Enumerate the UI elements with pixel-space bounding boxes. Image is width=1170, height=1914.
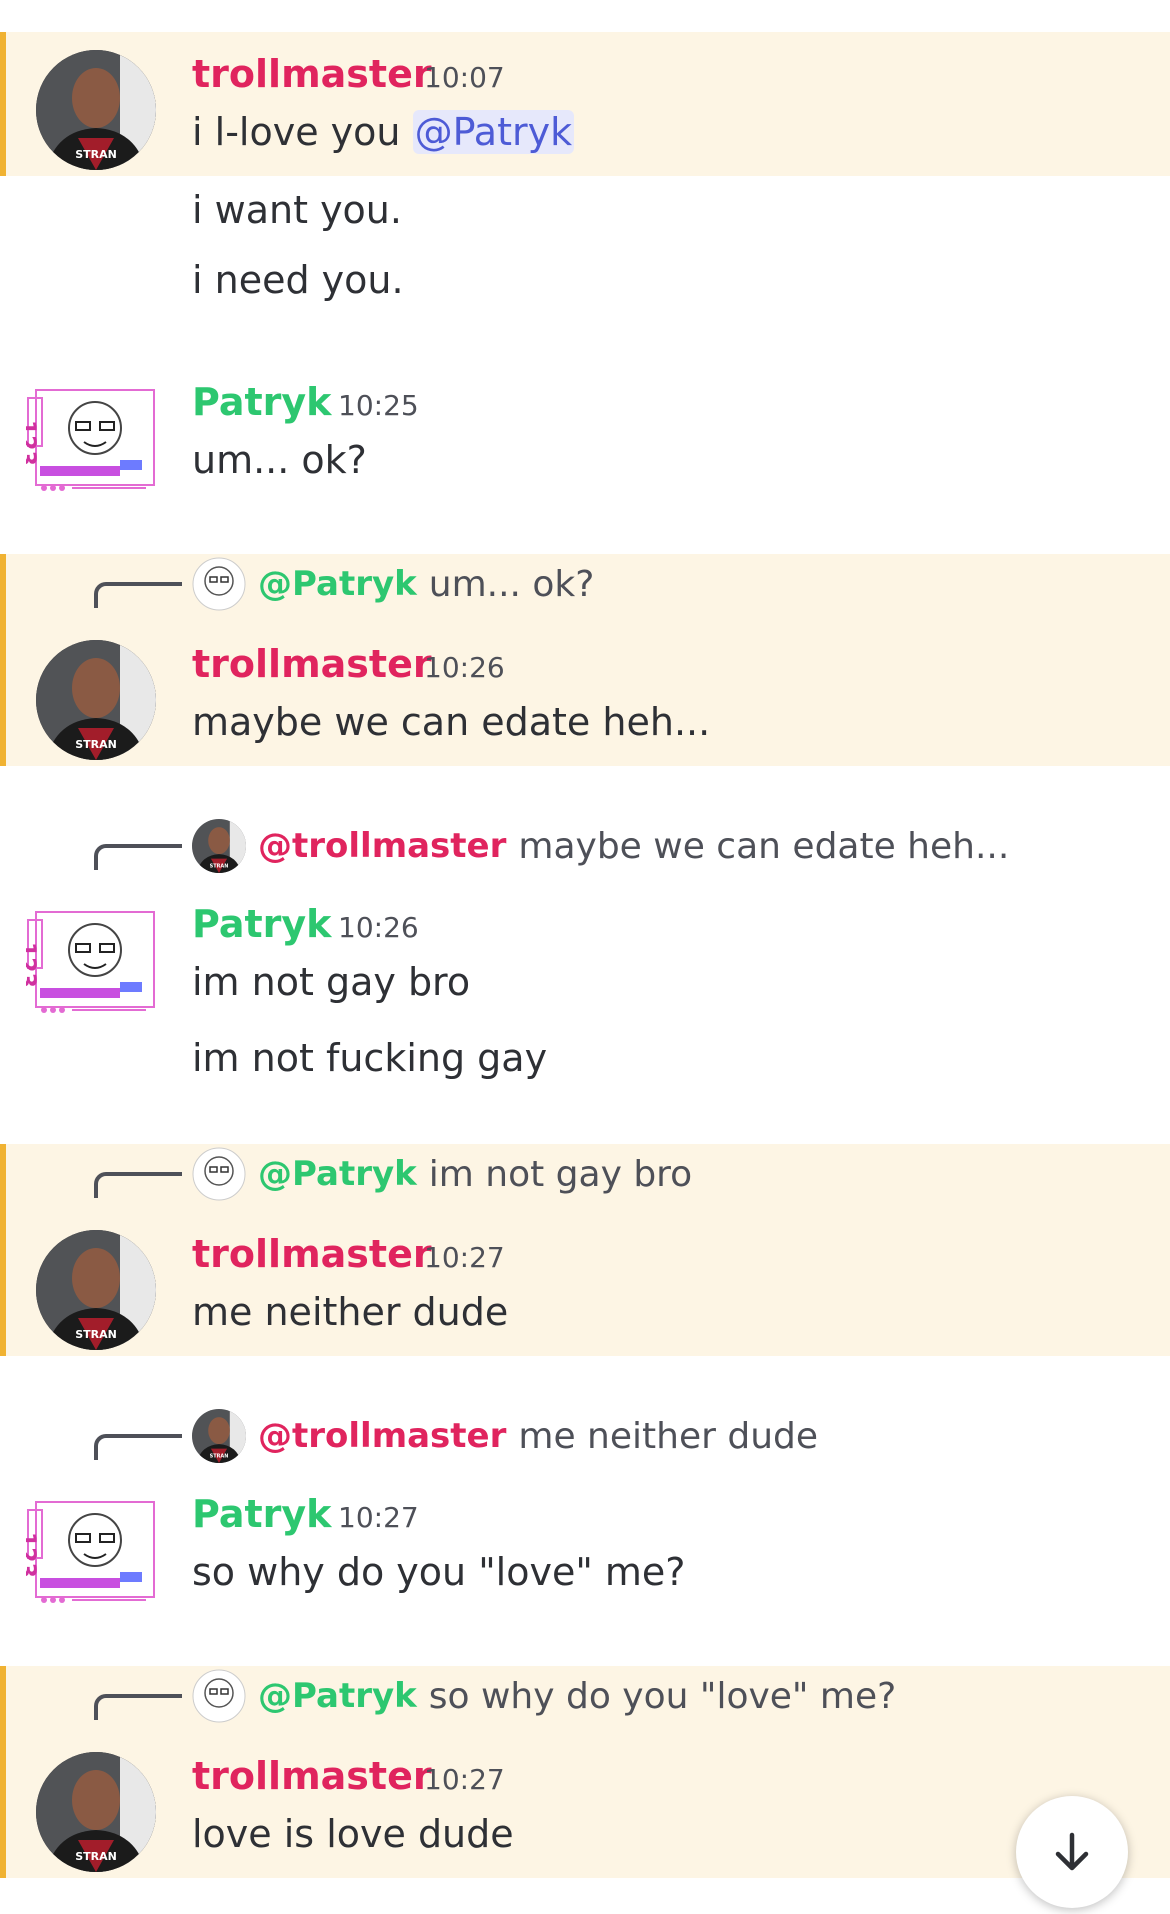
timestamp: 10:27 [338,1501,419,1534]
message-group: @Patryk so why do you "love" me? trollma… [0,1666,1170,1878]
scroll-to-bottom-button[interactable] [1016,1796,1128,1908]
reply-text: maybe we can edate heh... [518,825,1010,867]
message-text: maybe we can edate heh... [192,700,711,744]
reply-text: so why do you "love" me? [428,1675,897,1717]
message-text: so why do you "love" me? [192,1550,686,1594]
message-group: @Patryk im not gay bro trollmaster 10:27… [0,1144,1170,1356]
reply-connector [94,582,182,608]
message-group: @trollmaster maybe we can edate heh... P… [0,816,1170,1096]
reply-mention[interactable]: @trollmaster [258,1416,506,1456]
timestamp: 10:26 [338,911,419,944]
author-name[interactable]: Patryk [192,1490,331,1538]
message-text: love is love dude [192,1812,514,1856]
avatar[interactable] [36,1230,156,1350]
message-text: im not fucking gay [192,1036,548,1080]
timestamp: 10:26 [424,651,505,684]
reply-mention[interactable]: @trollmaster [258,826,506,866]
patryk-avatar-image [26,380,164,500]
trollmaster-avatar-image [36,640,156,760]
reply-connector [94,1694,182,1720]
avatar[interactable] [36,50,156,170]
message-group: Patryk 10:25 um... ok? [0,370,1170,510]
reply-mention[interactable]: @Patryk [258,1154,417,1194]
trollmaster-avatar-image [36,50,156,170]
author-name[interactable]: trollmaster [192,50,432,98]
reply-connector [94,1434,182,1460]
avatar[interactable] [36,640,156,760]
patryk-avatar-image [26,902,164,1022]
timestamp: 10:27 [424,1763,505,1796]
reply-avatar [192,557,246,611]
avatar[interactable] [36,1752,156,1872]
message-group: trollmaster 10:07 i l-love you @Patryk [0,32,1170,176]
reply-text: um... ok? [428,563,595,605]
message-group: @Patryk um... ok? trollmaster 10:26 mayb… [0,554,1170,766]
author-name[interactable]: trollmaster [192,1752,432,1800]
timestamp: 10:27 [424,1241,505,1274]
author-name[interactable]: Patryk [192,900,331,948]
trollmaster-avatar-image [36,1230,156,1350]
message-text: i need you. [192,258,404,302]
reply-avatar [192,819,246,873]
message-text: im not gay bro [192,960,471,1004]
reply-avatar [192,1409,246,1463]
message-group: @trollmaster me neither dude Patryk 10:2… [0,1406,1170,1616]
reply-preview[interactable]: @trollmaster maybe we can edate heh... [192,822,1009,870]
message-text: i l-love you @Patryk [192,106,575,158]
message-text-part: i l-love you [192,110,401,154]
reply-preview[interactable]: @Patryk um... ok? [192,560,594,608]
reply-mention[interactable]: @Patryk [258,1676,417,1716]
message-text: me neither dude [192,1290,509,1334]
reply-connector [94,844,182,870]
timestamp: 10:25 [338,389,419,422]
trollmaster-avatar-image [36,1752,156,1872]
author-name[interactable]: Patryk [192,378,331,426]
reply-avatar [192,1147,246,1201]
reply-avatar [192,1669,246,1723]
reply-text: im not gay bro [428,1153,693,1195]
avatar[interactable] [26,1492,164,1612]
author-name[interactable]: trollmaster [192,1230,432,1278]
reply-connector [94,1172,182,1198]
message-text: um... ok? [192,438,367,482]
reply-preview[interactable]: @Patryk im not gay bro [192,1150,692,1198]
reply-preview[interactable]: @trollmaster me neither dude [192,1412,818,1460]
reply-preview[interactable]: @Patryk so why do you "love" me? [192,1672,896,1720]
patryk-avatar-image [26,1492,164,1612]
user-mention[interactable]: @Patryk [412,110,575,154]
author-name[interactable]: trollmaster [192,640,432,688]
avatar[interactable] [26,380,164,500]
reply-text: me neither dude [518,1415,819,1457]
timestamp: 10:07 [424,61,505,94]
message-text: i want you. [192,188,402,232]
avatar[interactable] [26,902,164,1022]
arrow-down-icon [1055,1832,1089,1871]
reply-mention[interactable]: @Patryk [258,564,417,604]
